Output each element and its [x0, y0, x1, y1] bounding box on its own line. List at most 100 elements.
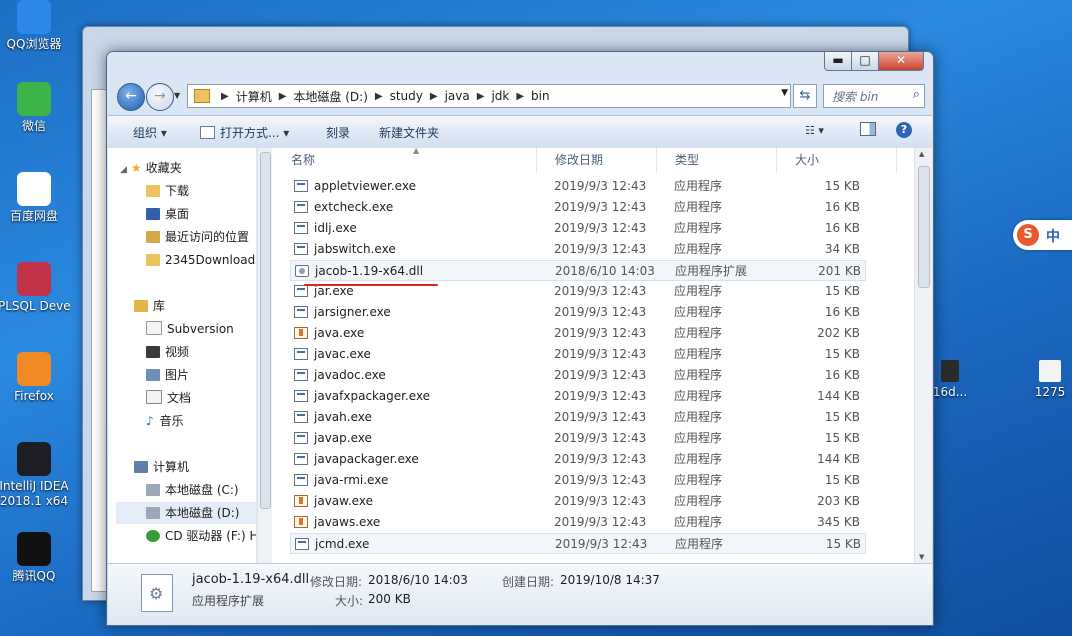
- nav-libraries[interactable]: 库: [134, 295, 256, 317]
- nav-drive-d[interactable]: 本地磁盘 (D:): [116, 502, 256, 524]
- organize-button[interactable]: 组织 ▾: [133, 124, 167, 141]
- search-input[interactable]: 搜索 bin ⌕: [823, 84, 925, 108]
- file-row[interactable]: appletviewer.exe 2019/9/3 12:43 应用程序 15 KB: [290, 176, 866, 197]
- minimize-button[interactable]: ▬: [824, 52, 852, 71]
- file-type: 应用程序: [674, 368, 723, 382]
- desktop-icon-plsql-developer[interactable]: PLSQL Develop...: [0, 262, 70, 314]
- nav-drive-f[interactable]: CD 驱动器 (F:) H: [146, 525, 256, 547]
- nav-pictures[interactable]: 图片: [146, 364, 256, 386]
- nav-subversion[interactable]: Subversion: [146, 318, 256, 340]
- nav-drive-c[interactable]: 本地磁盘 (C:): [146, 479, 256, 501]
- scroll-thumb[interactable]: [260, 152, 271, 509]
- burn-button[interactable]: 刻录: [326, 124, 350, 141]
- file-size: 203 KB: [817, 494, 860, 508]
- exe-file-icon: [294, 411, 308, 423]
- file-row[interactable]: extcheck.exe 2019/9/3 12:43 应用程序 16 KB: [290, 197, 866, 218]
- desktop-icon-tencent-qq[interactable]: 腾讯QQ: [0, 532, 70, 584]
- breadcrumb-java[interactable]: java: [445, 89, 470, 103]
- file-type: 应用程序: [674, 347, 723, 361]
- address-bar[interactable]: ▶ 计算机 ▶ 本地磁盘 (D:) ▶ study ▶ java ▶ jdk ▶…: [187, 84, 791, 108]
- file-row[interactable]: jarsigner.exe 2019/9/3 12:43 应用程序 16 KB: [290, 302, 866, 323]
- drive-icon: [146, 484, 160, 496]
- open-with-button[interactable]: 打开方式... ▾: [200, 124, 289, 141]
- view-options-button[interactable]: ☷ ▾: [805, 124, 824, 137]
- refresh-button[interactable]: ⇆: [793, 84, 817, 108]
- arrow-left-icon: ←: [125, 88, 137, 104]
- nav-recent[interactable]: 最近访问的位置: [146, 226, 256, 248]
- exe-file-icon: [294, 285, 308, 297]
- video-icon: [146, 346, 160, 358]
- file-name: javap.exe: [314, 431, 372, 445]
- breadcrumb-study[interactable]: study: [390, 89, 423, 103]
- file-row[interactable]: java.exe 2019/9/3 12:43 应用程序 202 KB: [290, 323, 866, 344]
- column-size[interactable]: 大小: [777, 148, 897, 172]
- column-name[interactable]: 名称: [273, 148, 537, 172]
- file-size: 16 KB: [824, 221, 860, 235]
- nav-downloads[interactable]: 下载: [146, 180, 256, 202]
- collapse-icon: ◢: [120, 165, 127, 175]
- breadcrumb-drive-d[interactable]: 本地磁盘 (D:): [293, 88, 367, 105]
- desktop-icon-file[interactable]: 1275: [1025, 360, 1072, 400]
- file-name: appletviewer.exe: [314, 179, 416, 193]
- breadcrumb-computer[interactable]: 计算机: [236, 88, 272, 105]
- nav-computer[interactable]: 计算机: [134, 456, 256, 478]
- new-folder-button[interactable]: 新建文件夹: [379, 124, 439, 141]
- file-row[interactable]: javac.exe 2019/9/3 12:43 应用程序 15 KB: [290, 344, 866, 365]
- chevron-down-icon[interactable]: ▼: [781, 88, 788, 98]
- file-size: 16 KB: [824, 368, 860, 382]
- nav-desktop[interactable]: 桌面: [146, 203, 256, 225]
- file-row[interactable]: jacob-1.19-x64.dll 2018/6/10 14:03 应用程序扩展 2…: [290, 260, 866, 281]
- exe-file-icon: [294, 432, 308, 444]
- desktop-icon-qq-browser[interactable]: QQ浏览器: [0, 0, 70, 52]
- scroll-up-icon[interactable]: ▲: [919, 150, 924, 158]
- breadcrumb-bin[interactable]: bin: [531, 89, 550, 103]
- file-date: 2019/9/3 12:43: [554, 473, 647, 487]
- file-list: 名称 ▲ 修改日期 类型 大小 appletviewer.exe 2019/9/3…: [273, 148, 932, 563]
- file-row[interactable]: jcmd.exe 2019/9/3 12:43 应用程序 15 KB: [290, 533, 866, 554]
- recent-pages-dropdown[interactable]: ▼: [174, 91, 180, 100]
- maximize-button[interactable]: □: [851, 52, 879, 71]
- file-name: javah.exe: [314, 410, 372, 424]
- file-name: jarsigner.exe: [314, 305, 391, 319]
- file-row[interactable]: idlj.exe 2019/9/3 12:43 应用程序 16 KB: [290, 218, 866, 239]
- desktop-icon-label: 百度网盘: [9, 209, 58, 223]
- scroll-thumb[interactable]: [918, 166, 930, 288]
- desktop-icon-firefox[interactable]: Firefox: [0, 352, 70, 404]
- help-button[interactable]: ?: [896, 122, 912, 138]
- file-row[interactable]: javafxpackager.exe 2019/9/3 12:43 应用程序 144 …: [290, 386, 866, 407]
- file-row[interactable]: java-rmi.exe 2019/9/3 12:43 应用程序 15 KB: [290, 470, 866, 491]
- search-icon[interactable]: ⌕: [913, 87, 920, 102]
- file-size: 16 KB: [824, 305, 860, 319]
- scroll-down-icon[interactable]: ▼: [919, 553, 924, 561]
- file-row[interactable]: javadoc.exe 2019/9/3 12:43 应用程序 16 KB: [290, 365, 866, 386]
- file-row[interactable]: jabswitch.exe 2019/9/3 12:43 应用程序 34 KB: [290, 239, 866, 260]
- ime-indicator[interactable]: S 中: [1013, 220, 1072, 250]
- file-row[interactable]: javap.exe 2019/9/3 12:43 应用程序 15 KB: [290, 428, 866, 449]
- nav-favorites[interactable]: ◢ ★ 收藏夹: [120, 157, 256, 179]
- file-row[interactable]: javaws.exe 2019/9/3 12:43 应用程序 345 KB: [290, 512, 866, 533]
- file-list-scrollbar[interactable]: ▲ ▼: [914, 148, 932, 563]
- file-name: javafxpackager.exe: [314, 389, 431, 403]
- close-button[interactable]: ✕: [878, 52, 924, 71]
- desktop-icon-baidu-netdisk[interactable]: 百度网盘: [0, 172, 70, 224]
- column-type[interactable]: 类型: [657, 148, 777, 172]
- file-row[interactable]: javapackager.exe 2019/9/3 12:43 应用程序 144 KB: [290, 449, 866, 470]
- plsql-developer-icon: [17, 262, 51, 296]
- file-row[interactable]: javaw.exe 2019/9/3 12:43 应用程序 203 KB: [290, 491, 866, 512]
- breadcrumb-jdk[interactable]: jdk: [491, 89, 509, 103]
- desktop-icon-wechat[interactable]: 微信: [0, 82, 70, 134]
- forward-button[interactable]: →: [146, 83, 174, 111]
- nav-music[interactable]: ♪ 音乐: [146, 410, 256, 432]
- nav-documents[interactable]: 文档: [146, 387, 256, 409]
- file-row[interactable]: javah.exe 2019/9/3 12:43 应用程序 15 KB: [290, 407, 866, 428]
- desktop-icon-label: QQ浏览器: [6, 37, 62, 51]
- nav-scrollbar[interactable]: [257, 148, 272, 563]
- nav-videos[interactable]: 视频: [146, 341, 256, 363]
- subversion-icon: [146, 321, 162, 335]
- back-button[interactable]: ←: [117, 83, 145, 111]
- desktop-icon-media[interactable]: 16d...: [928, 360, 972, 400]
- column-date[interactable]: 修改日期: [537, 148, 657, 172]
- preview-pane-button[interactable]: [860, 122, 876, 139]
- desktop-icon-intellij-idea[interactable]: IntelliJ IDEA 2018.1 x64: [0, 442, 70, 509]
- nav-2345downloads[interactable]: 2345Downloads: [146, 249, 256, 271]
